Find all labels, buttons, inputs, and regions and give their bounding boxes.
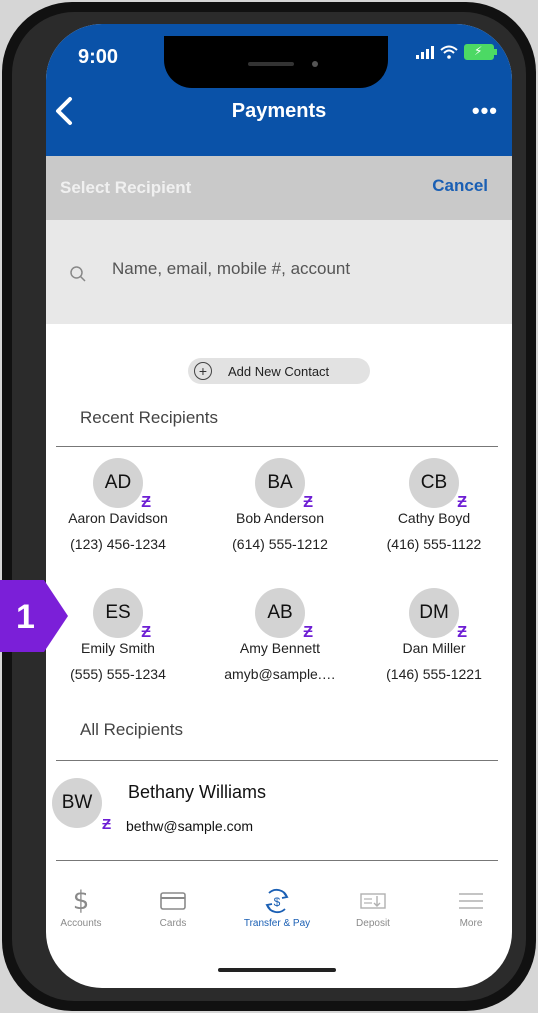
camera	[312, 61, 318, 67]
tab-label: More	[459, 918, 483, 929]
recent-recipients-title: Recent Recipients	[80, 408, 218, 427]
page-title: Payments	[231, 100, 327, 122]
tab-cards[interactable]: Cards	[128, 888, 218, 929]
divider	[56, 860, 498, 861]
select-recipient-bar: Select Recipient Cancel	[46, 156, 512, 220]
status-time: 9:00	[78, 46, 119, 68]
avatar-wrap: AD Ƶ	[93, 458, 151, 511]
add-new-contact-label: Add New Contact	[228, 363, 330, 379]
zelle-icon: Ƶ	[457, 624, 467, 641]
phone-screen: 9:00 ⚡ Payments ••• Select Recipient Can…	[46, 24, 512, 988]
avatar: BW	[52, 778, 102, 828]
avatar: DM	[409, 588, 459, 638]
recipient-name: Dan Miller	[402, 640, 466, 656]
avatar: CB	[409, 458, 459, 508]
recent-recipient[interactable]: AB Ƶ Amy Bennett amyb@sample.…	[210, 588, 350, 682]
svg-text:$: $	[274, 895, 281, 909]
recipient-email: bethw@sample.com	[126, 818, 254, 834]
hamburger-icon	[426, 888, 512, 914]
tab-label: Transfer & Pay	[243, 918, 311, 929]
speaker	[248, 62, 294, 66]
recent-recipient[interactable]: DM Ƶ Dan Miller (146) 555-1221	[364, 588, 504, 682]
more-menu-icon[interactable]: •••	[472, 98, 498, 124]
avatar-wrap: BW Ƶ	[52, 778, 111, 833]
recipient-contact: (123) 456-1234	[70, 536, 166, 552]
recipient-contact: (555) 555-1234	[70, 666, 166, 682]
avatar: AD	[93, 458, 143, 508]
card-icon	[128, 888, 218, 914]
zelle-icon: Ƶ	[141, 624, 151, 641]
battery-icon: ⚡	[464, 44, 497, 60]
divider	[56, 760, 498, 761]
avatar-wrap: BA Ƶ	[255, 458, 313, 511]
avatar-wrap: ES Ƶ	[93, 588, 151, 641]
avatar-wrap: AB Ƶ	[255, 588, 313, 641]
avatar: ES	[93, 588, 143, 638]
tab-label: Accounts	[60, 918, 102, 929]
recipient-contact: (146) 555-1221	[386, 666, 482, 682]
avatar: BA	[255, 458, 305, 508]
zelle-icon: Ƶ	[457, 494, 467, 511]
plus-icon: +	[194, 362, 212, 380]
avatar-wrap: DM Ƶ	[409, 588, 467, 641]
status-icons: ⚡	[416, 44, 497, 60]
search-icon	[70, 266, 86, 282]
check-deposit-icon	[328, 888, 418, 914]
tab-label: Cards	[159, 918, 187, 929]
zelle-icon: Ƶ	[303, 494, 313, 511]
search-input[interactable]	[110, 258, 494, 280]
recipient-name: Bob Anderson	[236, 510, 324, 526]
tab-bar: $ Accounts Cards $ Transfer & Pay Deposi…	[46, 862, 512, 942]
recipient-name: Cathy Boyd	[397, 510, 471, 526]
recipient-name: Bethany Williams	[128, 782, 267, 802]
recipient-contact: amyb@sample.…	[224, 666, 336, 682]
recent-recipient[interactable]: AD Ƶ Aaron Davidson (123) 456-1234	[48, 458, 188, 552]
avatar: AB	[255, 588, 305, 638]
select-recipient-label: Select Recipient	[60, 178, 192, 197]
avatar-wrap: CB Ƶ	[409, 458, 467, 511]
recipient-contact: (416) 555-1122	[386, 536, 482, 552]
recent-recipient[interactable]: BA Ƶ Bob Anderson (614) 555-1212	[210, 458, 350, 552]
recipient-contact: (614) 555-1212	[232, 536, 328, 552]
wifi-icon	[440, 45, 458, 59]
tab-label: Deposit	[356, 918, 390, 929]
tab-accounts[interactable]: $ Accounts	[46, 886, 126, 929]
zelle-icon: Ƶ	[303, 624, 313, 641]
recent-recipient[interactable]: CB Ƶ Cathy Boyd (416) 555-1122	[364, 458, 504, 552]
signal-icon	[416, 45, 434, 59]
callout-badge: 1	[0, 580, 68, 652]
recent-recipient[interactable]: ES Ƶ Emily Smith (555) 555-1234	[48, 588, 188, 682]
recipient-name: Amy Bennett	[239, 640, 321, 656]
dollar-icon: $	[72, 886, 90, 916]
recipient-name: Aaron Davidson	[68, 510, 168, 526]
divider	[56, 446, 498, 447]
zelle-icon: Ƶ	[102, 816, 112, 833]
tab-deposit[interactable]: Deposit	[328, 888, 418, 929]
all-recipients-title: All Recipients	[80, 720, 183, 739]
zelle-icon: Ƶ	[141, 494, 151, 511]
cancel-button[interactable]: Cancel	[432, 176, 488, 196]
tab-transfer-pay[interactable]: $ Transfer & Pay	[232, 888, 322, 929]
tab-more[interactable]: More	[426, 888, 512, 929]
home-indicator	[218, 968, 336, 972]
search-area	[46, 220, 512, 324]
transfer-pay-icon: $	[232, 888, 322, 914]
recipient-list-item[interactable]: BW Ƶ Bethany Williams bethw@sample.com	[52, 762, 498, 842]
add-new-contact-button[interactable]: + Add New Contact	[188, 358, 370, 384]
notch	[164, 36, 388, 88]
callout-number: 1	[16, 598, 35, 636]
recipient-name: Emily Smith	[81, 640, 155, 656]
